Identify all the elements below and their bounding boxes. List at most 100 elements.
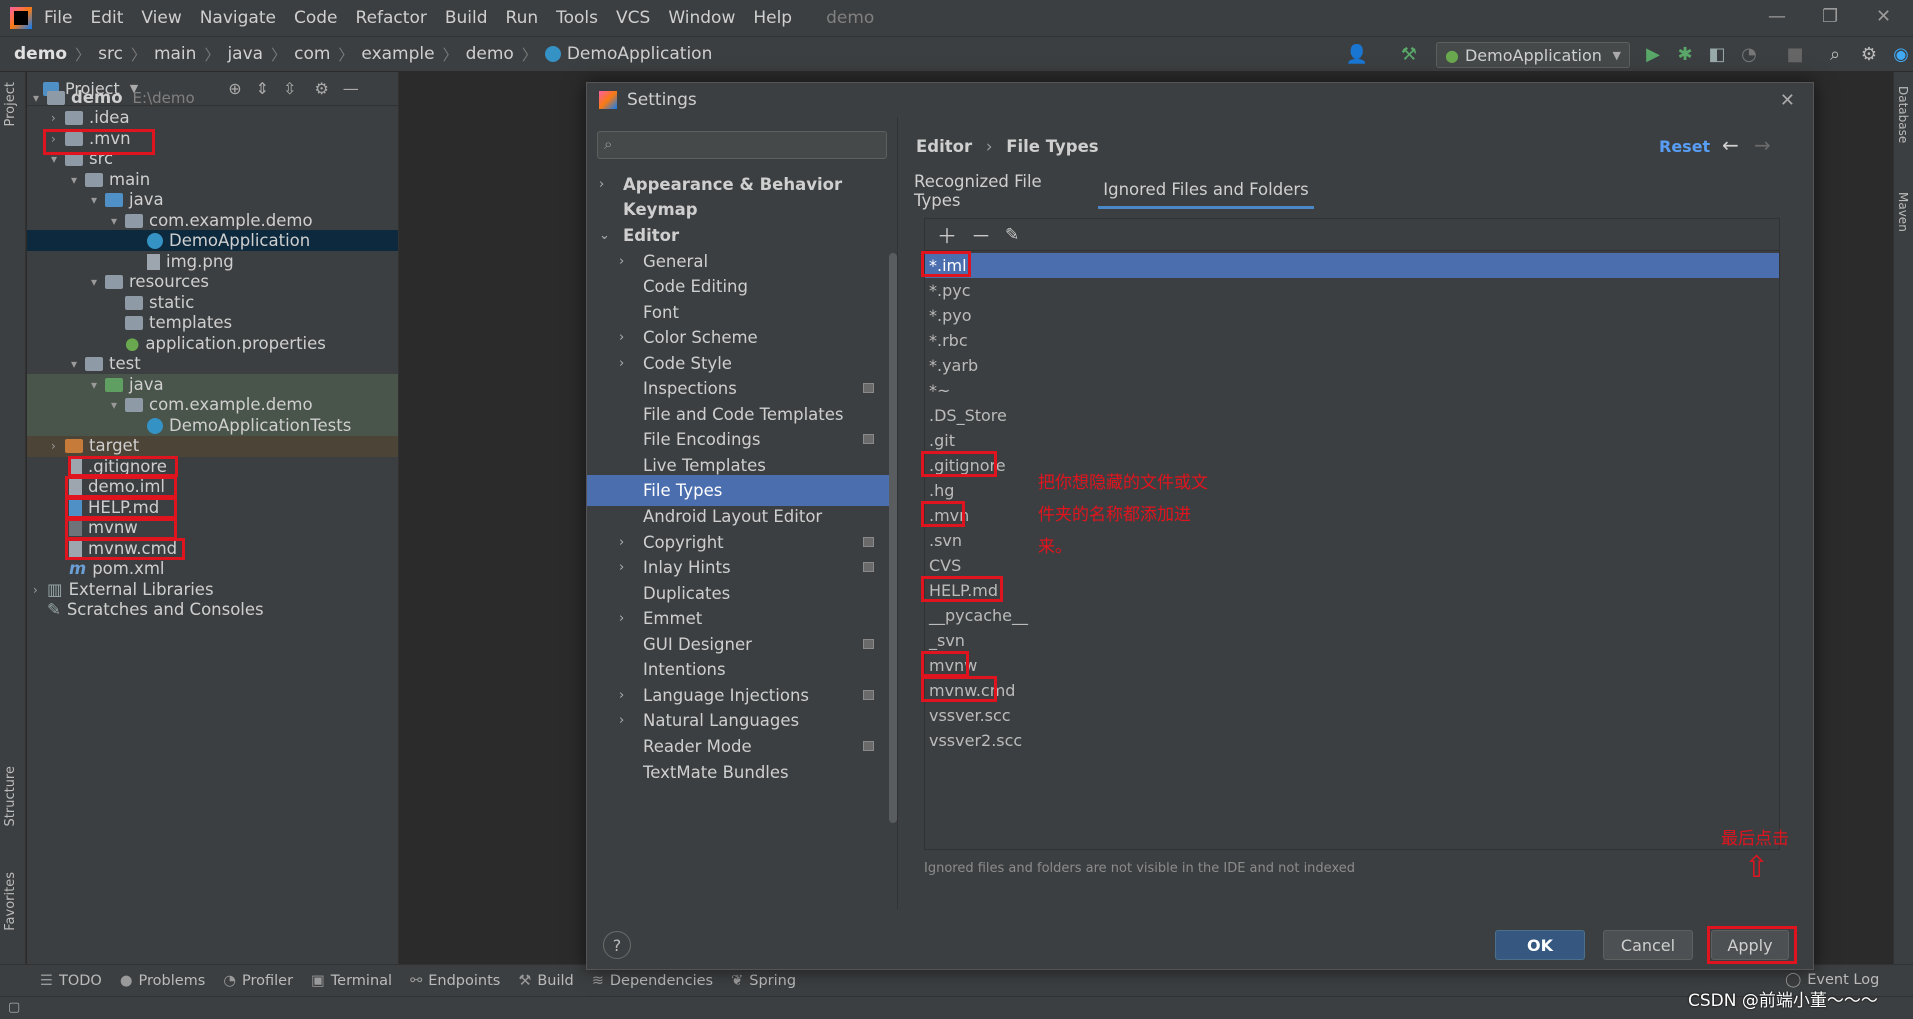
settings-search-field[interactable]: [624, 135, 882, 155]
maven-tool-tab[interactable]: Maven: [1896, 192, 1910, 232]
annotation-box-gitignore-entry: [921, 451, 997, 477]
menu-refactor[interactable]: Refactor: [356, 8, 427, 28]
project-scope-icon: [863, 639, 874, 649]
spring-tab[interactable]: ❦ Spring: [731, 973, 796, 989]
crumb-main[interactable]: main: [154, 44, 196, 64]
search-icon[interactable]: ⌕: [1824, 42, 1846, 66]
menu-file[interactable]: File: [44, 8, 72, 28]
menu-edit[interactable]: Edit: [90, 8, 123, 28]
list-item[interactable]: *.pyc: [925, 278, 1779, 303]
menu-run[interactable]: Run: [506, 8, 539, 28]
list-item[interactable]: *~: [925, 378, 1779, 403]
close-window-button[interactable]: ✕: [1876, 6, 1891, 27]
stop-icon[interactable]: ■: [1784, 42, 1806, 66]
favorites-tool-tab[interactable]: Favorites: [3, 872, 18, 931]
run-configuration-select[interactable]: ● DemoApplication ▼: [1436, 42, 1630, 68]
settings-breadcrumb: Editor › File Types: [916, 137, 1099, 156]
breadcrumb-file-types: File Types: [1006, 137, 1099, 156]
menu-view[interactable]: View: [141, 8, 181, 28]
menu-vcs[interactable]: VCS: [616, 8, 650, 28]
back-arrow-icon[interactable]: ←: [1722, 133, 1739, 157]
profiler-tab[interactable]: ◔ Profiler: [223, 973, 293, 989]
list-item[interactable]: *.yarb: [925, 353, 1779, 378]
nav-textmate-bundles[interactable]: TextMate Bundles: [587, 757, 897, 788]
list-item[interactable]: *.pyo: [925, 303, 1779, 328]
tree-item-demoapplicationtests[interactable]: DemoApplicationTests: [147, 413, 351, 438]
crumb-class[interactable]: DemoApplication: [567, 44, 713, 64]
list-item[interactable]: .DS_Store: [925, 403, 1779, 428]
remove-icon[interactable]: －: [971, 220, 991, 249]
build-tab[interactable]: ⚒ Build: [518, 973, 573, 989]
add-icon[interactable]: ＋: [937, 220, 957, 249]
collapse-all-icon[interactable]: ⇳: [283, 79, 296, 98]
problems-tab[interactable]: ● Problems: [120, 973, 206, 989]
annotation-box-gitignore: [68, 456, 178, 477]
reset-link[interactable]: Reset: [1659, 137, 1710, 156]
endpoints-tab[interactable]: ⚯ Endpoints: [410, 973, 500, 989]
list-item[interactable]: HELP.md: [925, 578, 1779, 603]
annotation-box-mvnw-cmd: [65, 538, 185, 560]
annotation-box-help-entry: [921, 576, 1003, 602]
menu-build[interactable]: Build: [445, 8, 488, 28]
database-tool-tab[interactable]: Database: [1896, 86, 1910, 143]
edit-pencil-icon[interactable]: ✎: [1005, 225, 1019, 245]
crumb-demo[interactable]: demo: [466, 44, 514, 64]
crumb-project[interactable]: demo: [14, 44, 67, 64]
run-icon[interactable]: ▶: [1642, 42, 1664, 66]
debug-icon[interactable]: ✱: [1674, 42, 1696, 66]
crumb-java[interactable]: java: [227, 44, 263, 64]
list-item[interactable]: __pycache__: [925, 603, 1779, 628]
terminal-icon: ▣: [311, 972, 325, 989]
crumb-src[interactable]: src: [98, 44, 123, 64]
class-icon: [147, 232, 163, 249]
list-item[interactable]: mvnw: [925, 653, 1779, 678]
crumb-com[interactable]: com: [294, 44, 330, 64]
build-hammer-icon[interactable]: ⚒: [1398, 42, 1420, 66]
nav-scrollbar[interactable]: [889, 253, 897, 823]
tab-recognized-file-types[interactable]: Recognized File Types: [914, 172, 1080, 210]
locate-icon[interactable]: ⊕: [228, 79, 241, 98]
expand-all-icon[interactable]: ⇕: [256, 79, 269, 98]
forward-arrow-icon[interactable]: →: [1754, 133, 1771, 157]
settings-search-input[interactable]: ⌕: [597, 131, 887, 159]
tab-ignored-files-folders[interactable]: Ignored Files and Folders: [1098, 173, 1314, 209]
help-button[interactable]: ?: [603, 931, 631, 959]
menu-code[interactable]: Code: [294, 8, 338, 28]
plugin-icon[interactable]: ◉: [1890, 42, 1912, 66]
dependencies-tab[interactable]: ≋ Dependencies: [592, 973, 713, 989]
menu-navigate[interactable]: Navigate: [200, 8, 276, 28]
structure-tool-tab[interactable]: Structure: [3, 766, 18, 826]
intellij-logo-icon: [10, 7, 32, 29]
menu-tools[interactable]: Tools: [556, 8, 598, 28]
project-tool-tab[interactable]: Project: [3, 82, 18, 126]
layout-icon[interactable]: ▢: [8, 1000, 20, 1015]
minimize-button[interactable]: —: [1768, 6, 1786, 27]
ok-button[interactable]: OK: [1495, 930, 1585, 960]
folder-icon: [65, 110, 83, 125]
user-icon[interactable]: 👤: [1346, 42, 1368, 66]
menu-window[interactable]: Window: [668, 8, 735, 28]
folder-icon: [85, 172, 103, 187]
terminal-tab[interactable]: ▣ Terminal: [311, 973, 392, 989]
tree-item-scratches[interactable]: ✎ Scratches and Consoles: [47, 597, 264, 622]
dialog-close-icon[interactable]: ✕: [1780, 90, 1795, 111]
list-item[interactable]: vssver2.scc: [925, 728, 1779, 753]
crumb-example[interactable]: example: [361, 44, 434, 64]
profile-icon[interactable]: ◔: [1738, 42, 1760, 66]
cancel-button[interactable]: Cancel: [1603, 930, 1693, 960]
list-item[interactable]: .git: [925, 428, 1779, 453]
list-item[interactable]: mvnw.cmd: [925, 678, 1779, 703]
list-item[interactable]: vssver.scc: [925, 703, 1779, 728]
list-item[interactable]: *.rbc: [925, 328, 1779, 353]
list-item[interactable]: _svn: [925, 628, 1779, 653]
gear-icon[interactable]: ⚙: [314, 79, 328, 98]
settings-gear-icon[interactable]: ⚙: [1858, 42, 1880, 66]
restore-button[interactable]: ❐: [1822, 6, 1838, 27]
breadcrumb-editor[interactable]: Editor: [916, 137, 972, 156]
todo-tab[interactable]: ☰ TODO: [40, 973, 102, 989]
hide-panel-icon[interactable]: —: [343, 79, 359, 98]
list-item[interactable]: *.iml: [925, 253, 1779, 278]
menu-help[interactable]: Help: [753, 8, 792, 28]
coverage-icon[interactable]: ◧: [1706, 42, 1728, 66]
tree-item-application-properties[interactable]: ● application.properties: [125, 331, 326, 356]
